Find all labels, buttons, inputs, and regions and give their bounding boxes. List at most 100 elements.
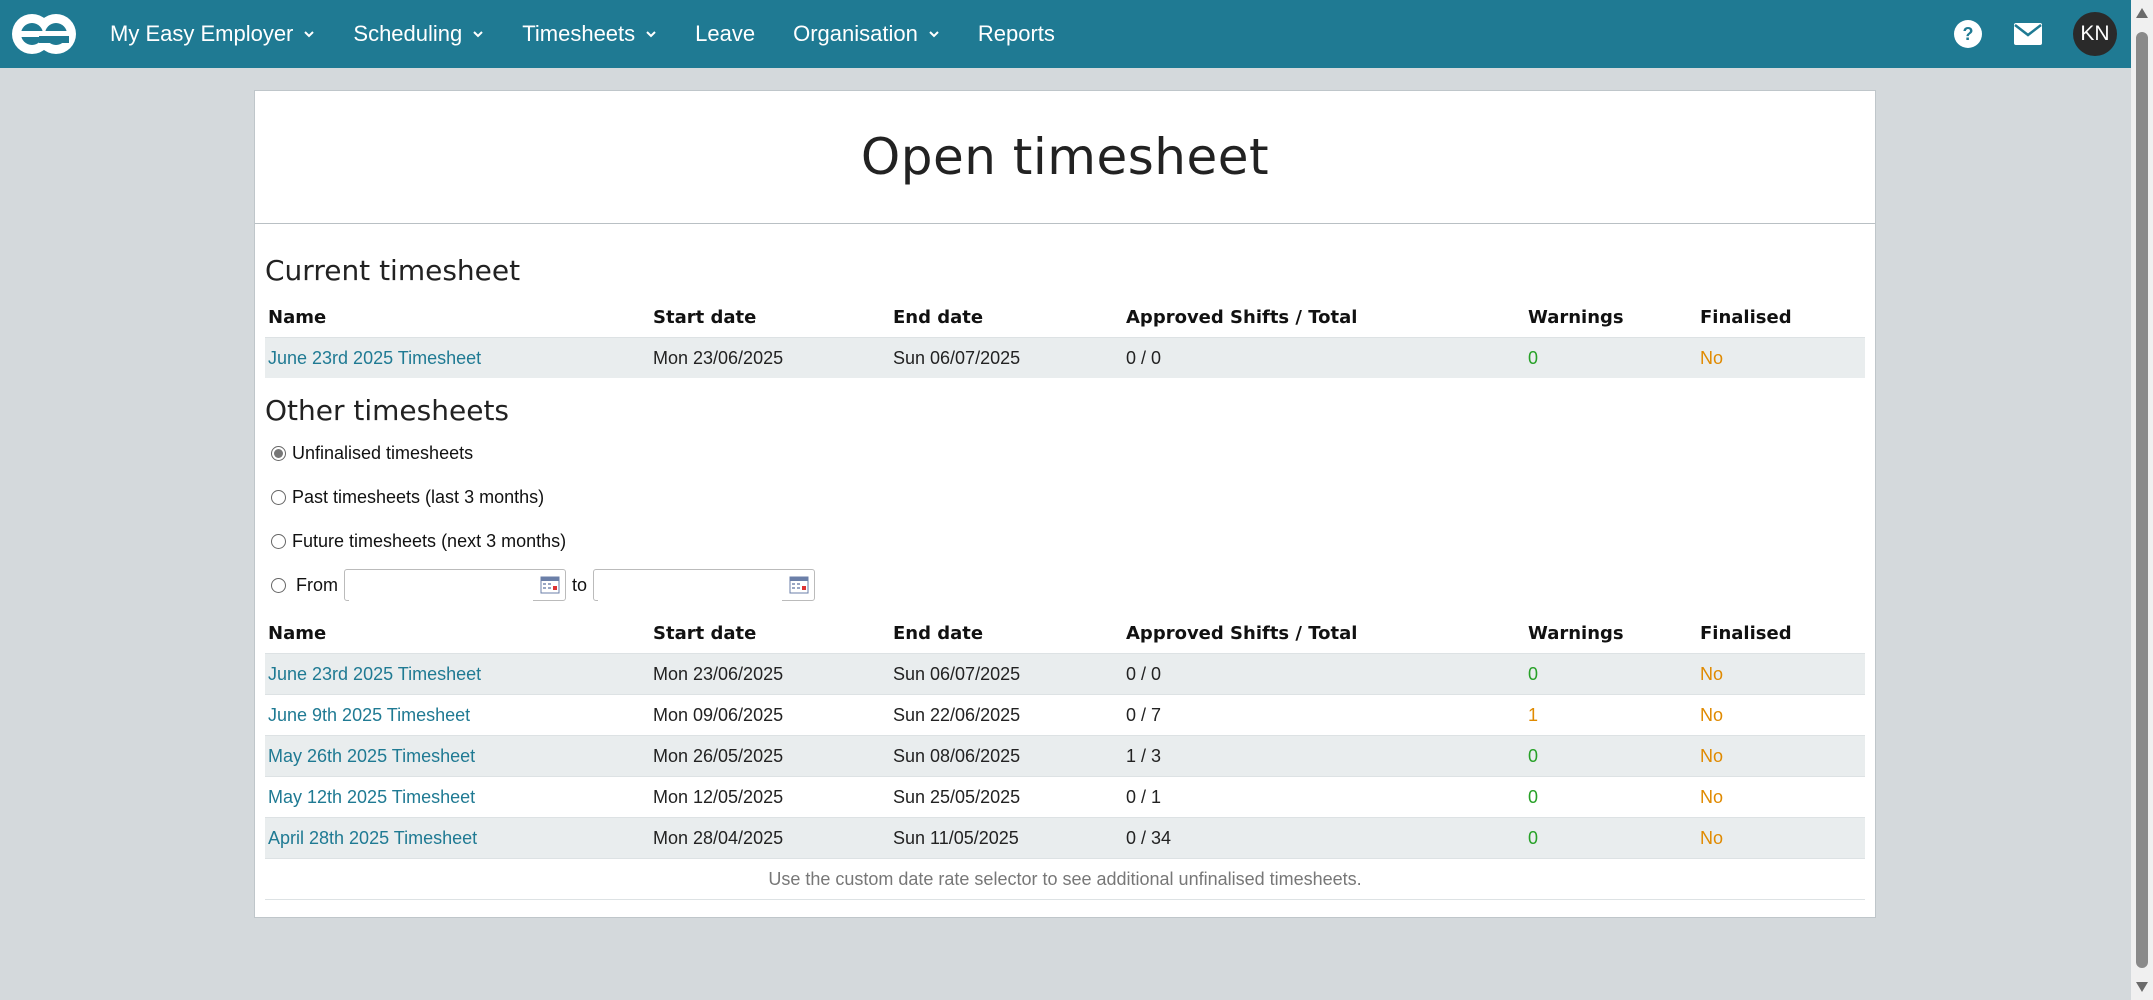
nav-label: Reports	[977, 21, 1055, 46]
end-date-cell: Sun 22/06/2025	[890, 694, 1123, 736]
col-header-start-date: Start date	[653, 622, 757, 644]
messages-button[interactable]	[2013, 22, 2043, 46]
finalised-cell: No	[1697, 694, 1865, 736]
warnings-cell: 0	[1525, 817, 1697, 858]
timesheet-link[interactable]: April 28th 2025 Timesheet	[268, 828, 477, 848]
start-date-cell: Mon 09/06/2025	[650, 694, 890, 736]
main-menu: My Easy Employer Scheduling Timesheets L…	[110, 0, 1093, 68]
table-row: May 12th 2025 Timesheet Mon 12/05/2025 S…	[265, 776, 1865, 818]
filter-label: Future timesheets (next 3 months)	[292, 530, 567, 551]
filter-past[interactable]: Past timesheets (last 3 months)	[265, 475, 1865, 519]
scroll-down-icon[interactable]	[2136, 982, 2148, 992]
nav-scheduling[interactable]: Scheduling	[353, 21, 484, 47]
svg-text:?: ?	[1963, 24, 1974, 44]
nav-label: My Easy Employer	[110, 21, 294, 46]
timesheet-filter-group: Unfinalised timesheets Past timesheets (…	[265, 431, 1865, 607]
current-timesheet-table: Name Start date End date Approved Shifts…	[265, 297, 1865, 378]
col-header-end-date: End date	[893, 622, 984, 644]
help-button[interactable]: ?	[1953, 19, 1983, 49]
scrollbar-thumb[interactable]	[2136, 32, 2148, 968]
start-date-cell: Mon 26/05/2025	[650, 735, 890, 777]
card-header: Open timesheet	[255, 91, 1875, 224]
end-date-cell: Sun 11/05/2025	[890, 817, 1123, 858]
col-header-warnings: Warnings	[1528, 622, 1624, 644]
start-date-cell: Mon 23/06/2025	[650, 653, 890, 695]
approved-shifts-cell: 0 / 0	[1123, 653, 1525, 695]
nav-organisation[interactable]: Organisation	[793, 21, 940, 47]
chevron-down-icon	[473, 31, 483, 38]
other-timesheets-heading: Other timesheets	[265, 394, 510, 427]
nav-label: Leave	[695, 21, 756, 46]
mail-icon	[2014, 23, 2042, 45]
timesheet-link[interactable]: June 23rd 2025 Timesheet	[268, 664, 481, 684]
col-header-approved-shifts: Approved Shifts / Total	[1126, 622, 1358, 644]
timesheet-link[interactable]: June 9th 2025 Timesheet	[268, 705, 470, 725]
other-timesheets-section: Other timesheets Unfinalised timesheets …	[255, 378, 1875, 900]
page-title: Open timesheet	[860, 128, 1270, 186]
header-actions: ? KN	[1923, 0, 2117, 68]
col-header-finalised: Finalised	[1700, 622, 1792, 644]
table-row: May 26th 2025 Timesheet Mon 26/05/2025 S…	[265, 735, 1865, 777]
vertical-scrollbar[interactable]	[2131, 0, 2153, 1000]
timesheet-link[interactable]: June 23rd 2025 Timesheet	[268, 348, 481, 368]
from-date-input[interactable]	[349, 571, 533, 601]
table-row: June 9th 2025 Timesheet Mon 09/06/2025 S…	[265, 694, 1865, 736]
filter-custom-range[interactable]: From to	[265, 563, 1865, 607]
calendar-icon[interactable]	[789, 576, 809, 594]
warnings-cell: 0	[1525, 337, 1697, 378]
table-row: June 23rd 2025 Timesheet Mon 23/06/2025 …	[265, 337, 1865, 378]
from-label: From	[296, 574, 338, 595]
nav-timesheets[interactable]: Timesheets	[522, 21, 657, 47]
user-avatar[interactable]: KN	[2073, 12, 2117, 56]
end-date-cell: Sun 25/05/2025	[890, 776, 1123, 818]
start-date-cell: Mon 28/04/2025	[650, 817, 890, 858]
nav-leave[interactable]: Leave	[695, 21, 755, 47]
table-row: June 23rd 2025 Timesheet Mon 23/06/2025 …	[265, 653, 1865, 695]
finalised-cell: No	[1697, 776, 1865, 818]
col-header-name: Name	[268, 306, 327, 328]
approved-shifts-cell: 0 / 1	[1123, 776, 1525, 818]
approved-shifts-cell: 0 / 7	[1123, 694, 1525, 736]
scroll-up-icon[interactable]	[2136, 8, 2148, 18]
col-header-end-date: End date	[893, 306, 984, 328]
nav-my-easy-employer[interactable]: My Easy Employer	[110, 21, 315, 47]
col-header-warnings: Warnings	[1528, 306, 1624, 328]
current-timesheet-heading: Current timesheet	[265, 254, 521, 287]
radio-custom-range[interactable]	[271, 577, 286, 593]
finalised-cell: No	[1697, 337, 1865, 378]
footnote-message: Use the custom date rate selector to see…	[265, 858, 1865, 900]
current-timesheet-section: Current timesheet Name Start date End da…	[255, 224, 1875, 378]
end-date-cell: Sun 08/06/2025	[890, 735, 1123, 777]
finalised-cell: No	[1697, 735, 1865, 777]
end-date-cell: Sun 06/07/2025	[890, 653, 1123, 695]
nav-label: Organisation	[793, 21, 918, 46]
filter-future[interactable]: Future timesheets (next 3 months)	[265, 519, 1865, 563]
table-header-row: Name Start date End date Approved Shifts…	[265, 613, 1865, 654]
radio-future[interactable]	[271, 533, 286, 549]
radio-past[interactable]	[271, 489, 286, 505]
calendar-icon[interactable]	[540, 576, 560, 594]
warnings-cell: 0	[1525, 735, 1697, 777]
nav-reports[interactable]: Reports	[978, 21, 1055, 47]
filter-label: Past timesheets (last 3 months)	[292, 486, 545, 507]
chevron-down-icon	[929, 31, 939, 38]
radio-unfinalised[interactable]	[271, 445, 286, 461]
chevron-down-icon	[304, 31, 315, 38]
filter-unfinalised[interactable]: Unfinalised timesheets	[265, 431, 1865, 475]
other-timesheets-table: Name Start date End date Approved Shifts…	[265, 613, 1865, 858]
help-icon: ?	[1954, 20, 1982, 48]
from-date-field[interactable]	[344, 569, 566, 601]
finalised-cell: No	[1697, 653, 1865, 695]
easy-employer-logo[interactable]	[10, 12, 78, 56]
approved-shifts-cell: 0 / 34	[1123, 817, 1525, 858]
table-row: April 28th 2025 Timesheet Mon 28/04/2025…	[265, 817, 1865, 858]
timesheet-link[interactable]: May 12th 2025 Timesheet	[268, 787, 475, 807]
filter-label: Unfinalised timesheets	[292, 442, 474, 463]
to-date-field[interactable]	[593, 569, 816, 601]
top-navigation-bar: My Easy Employer Scheduling Timesheets L…	[0, 0, 2131, 68]
chevron-down-icon	[646, 31, 656, 38]
to-date-input[interactable]	[598, 571, 783, 601]
timesheet-link[interactable]: May 26th 2025 Timesheet	[268, 746, 475, 766]
finalised-cell: No	[1697, 817, 1865, 858]
warnings-cell: 0	[1525, 653, 1697, 695]
